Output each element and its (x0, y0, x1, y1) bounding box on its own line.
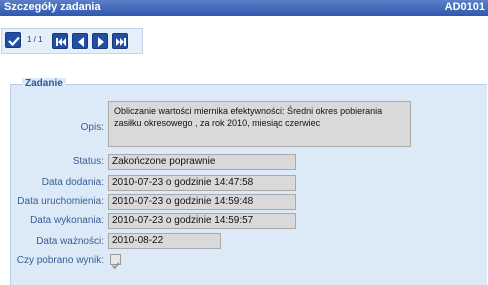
description-label: Opis: (80, 122, 104, 133)
expiry-date-label: Data ważności: (36, 236, 104, 247)
checkmark-icon (8, 36, 20, 47)
date-started-label: Data uruchomienia: (17, 196, 104, 207)
description-field[interactable]: Obliczanie wartości miernika efektywnośc… (108, 101, 411, 147)
date-started-field[interactable]: 2010-07-23 o godzinie 14:59:48 (108, 194, 296, 210)
first-page-icon (56, 38, 66, 46)
date-added-label: Data dodania: (41, 177, 104, 188)
confirm-button[interactable] (5, 32, 21, 48)
window-code: AD0101 (444, 1, 485, 13)
title-bar: Szczegóły zadania AD0101 (0, 0, 488, 16)
expiry-date-field[interactable]: 2010-08-22 (108, 233, 221, 249)
page-indicator: 1 / 1 (27, 35, 43, 44)
first-page-button[interactable] (52, 33, 68, 49)
date-completed-field[interactable]: 2010-07-23 o godzinie 14:59:57 (108, 213, 296, 229)
previous-page-button[interactable] (72, 33, 88, 49)
checkmark-icon (111, 262, 120, 270)
status-label: Status: (72, 156, 104, 167)
last-page-icon (116, 38, 126, 46)
next-page-button[interactable] (92, 33, 108, 49)
result-downloaded-checkbox[interactable] (110, 254, 121, 270)
status-field[interactable]: Zakończone poprawnie (108, 154, 296, 170)
navigation-toolbar: 1 / 1 (1, 28, 143, 54)
section-title: Zadanie (22, 78, 66, 89)
previous-page-icon (78, 37, 84, 47)
window-title: Szczegóły zadania (4, 1, 101, 13)
next-page-icon (98, 37, 104, 47)
result-downloaded-label: Czy pobrano wynik: (16, 255, 104, 266)
date-completed-label: Data wykonania: (30, 215, 104, 226)
date-added-field[interactable]: 2010-07-23 o godzinie 14:47:58 (108, 175, 296, 191)
last-page-button[interactable] (112, 33, 128, 49)
